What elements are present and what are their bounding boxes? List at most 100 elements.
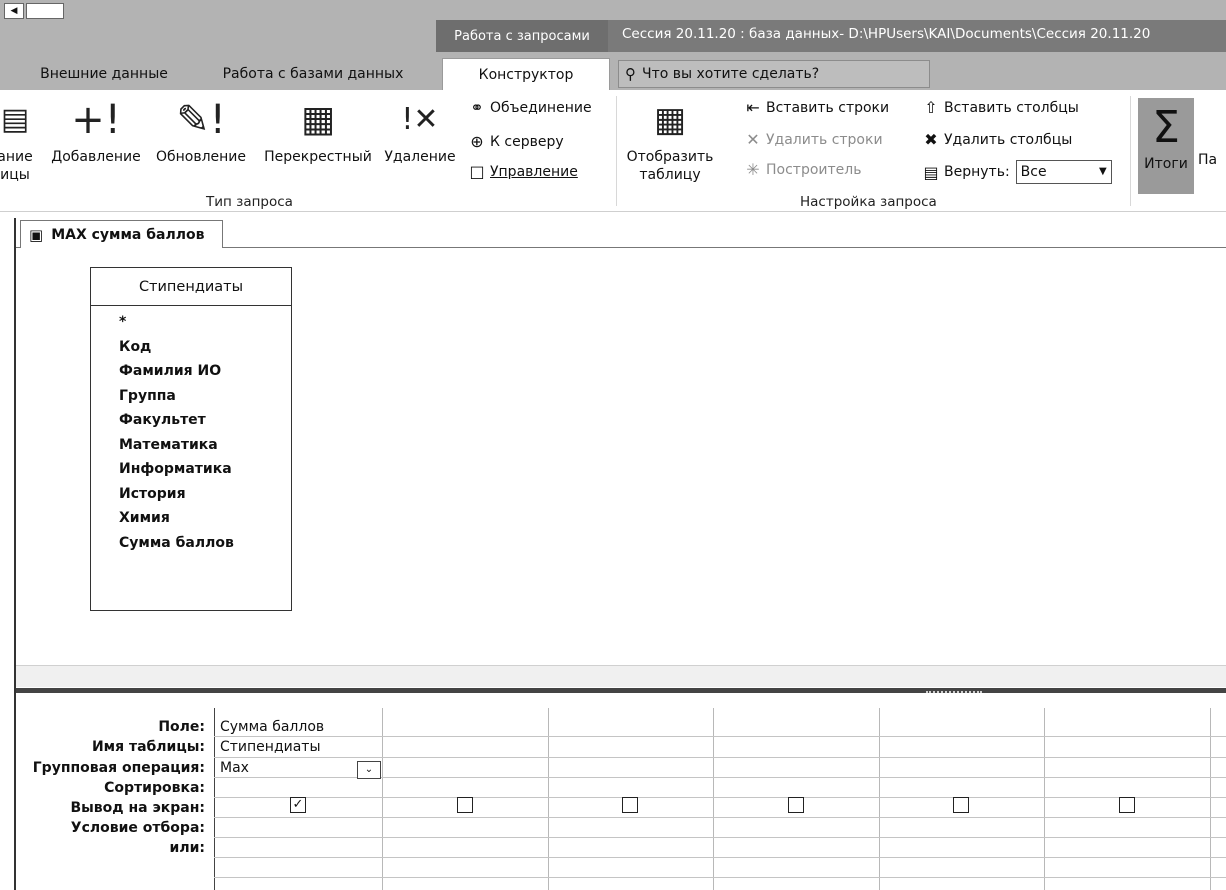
grid-cell-table[interactable]: Стипендиаты <box>220 738 321 756</box>
append-label: Добавление <box>51 149 141 165</box>
union-query-button[interactable]: ⚭ Объединение <box>464 98 592 117</box>
field-list-items: * Код Фамилия ИО Группа Факультет Матема… <box>91 306 291 555</box>
list-item[interactable]: Информатика <box>119 457 291 482</box>
delete-columns-label: Удалить столбцы <box>944 131 1073 148</box>
list-item[interactable]: История <box>119 482 291 507</box>
passthrough-query-button[interactable]: ⊕ К серверу <box>464 132 564 151</box>
grid-cell-total[interactable]: Max <box>220 759 249 777</box>
table-field-list[interactable]: Стипендиаты * Код Фамилия ИО Группа Факу… <box>90 267 292 611</box>
delete-rows-label: Удалить строки <box>766 131 883 148</box>
union-label: Объединение <box>490 99 592 116</box>
show-table-icon: ▦ <box>653 100 687 140</box>
show-checkbox[interactable] <box>622 797 638 813</box>
union-icon: ⚭ <box>470 98 484 117</box>
insert-columns-label: Вставить столбцы <box>944 99 1079 116</box>
scroll-left-icon[interactable]: ◀ <box>4 3 24 19</box>
delete-rows-icon: ✕ <box>746 130 760 149</box>
builder-button[interactable]: ✳ Построитель <box>740 160 861 179</box>
show-checkbox[interactable] <box>457 797 473 813</box>
group-label-query-setup: Настройка запроса <box>800 194 937 210</box>
grid-row-divider <box>214 877 1226 878</box>
list-item[interactable]: Математика <box>119 433 291 458</box>
delete-columns-button[interactable]: ✖ Удалить столбцы <box>918 130 1072 149</box>
group-label-query-type: Тип запроса <box>206 194 293 210</box>
row-label-criteria: Условие отбора: <box>70 820 205 836</box>
row-label-total: Групповая операция: <box>32 760 205 776</box>
document-tab-title: MAX сумма баллов <box>51 226 205 243</box>
row-label-or: или: <box>169 840 205 856</box>
passthrough-label: К серверу <box>490 133 564 150</box>
append-query-button[interactable]: +! Добавление <box>44 92 148 166</box>
show-table-button[interactable]: ▦ Отобразить таблицу <box>624 92 716 184</box>
return-icon: ▤ <box>923 162 939 182</box>
show-checkbox[interactable] <box>1119 797 1135 813</box>
scroll-thumb[interactable] <box>26 3 64 19</box>
list-item[interactable]: Группа <box>119 384 291 409</box>
grid-cell-field[interactable]: Сумма баллов <box>220 718 324 736</box>
totals-button[interactable]: Σ Итоги <box>1138 98 1194 194</box>
crosstab-query-button[interactable]: ▦ Перекрестный <box>256 92 380 166</box>
list-item[interactable]: Сумма баллов <box>119 531 291 556</box>
grid-row-divider <box>214 757 1226 758</box>
grid-row-divider <box>214 797 1226 798</box>
row-label-table: Имя таблицы: <box>91 739 205 755</box>
list-item[interactable]: Код <box>119 335 291 360</box>
return-control: ▤ Вернуть: Все ▼ <box>918 160 1112 184</box>
context-tab-group: Работа с запросами <box>436 20 608 52</box>
return-select[interactable]: Все ▼ <box>1015 160 1112 184</box>
window-title: Сессия 20.11.20 : база данных- D:\HPUser… <box>622 26 1151 42</box>
make-table-icon: ▤ <box>0 102 30 137</box>
delete-columns-icon: ✖ <box>924 130 938 149</box>
grid-row-divider <box>214 837 1226 838</box>
sigma-icon: Σ <box>1152 102 1180 153</box>
show-table-label-2: таблицу <box>639 167 701 183</box>
table-field-list-title: Стипендиаты <box>91 268 291 306</box>
grid-row-divider <box>214 736 1226 737</box>
show-table-label-1: Отобразить <box>626 149 714 165</box>
chevron-down-icon: ▼ <box>1098 166 1107 177</box>
grid-row-divider <box>214 817 1226 818</box>
return-label: Вернуть: <box>944 164 1010 180</box>
delete-rows-button[interactable]: ✕ Удалить строки <box>740 130 883 149</box>
tell-me-search[interactable]: ⚲ Что вы хотите сделать? <box>618 60 930 88</box>
insert-columns-button[interactable]: ⇧ Вставить столбцы <box>918 98 1079 117</box>
lightbulb-icon: ⚲ <box>625 65 636 83</box>
tell-me-placeholder: Что вы хотите сделать? <box>642 66 820 82</box>
document-tab[interactable]: ▣ MAX сумма баллов <box>20 220 224 248</box>
insert-rows-button[interactable]: ⇤ Вставить строки <box>740 98 889 117</box>
chevron-down-icon[interactable]: ⌄ <box>357 761 381 779</box>
row-label-sort: Сортировка: <box>104 780 205 796</box>
data-definition-label: Управление <box>490 163 578 180</box>
tab-database-tools[interactable]: Работа с базами данных <box>196 58 430 90</box>
row-label-field: Поле: <box>158 719 205 735</box>
data-definition-button[interactable]: □ Управление <box>464 162 578 181</box>
crosstab-label: Перекрестный <box>264 149 372 165</box>
show-checkbox[interactable] <box>788 797 804 813</box>
parameters-button[interactable]: Па <box>1198 152 1217 168</box>
tab-external-data[interactable]: Внешние данные <box>20 58 188 90</box>
list-item[interactable]: Химия <box>119 506 291 531</box>
show-checkbox[interactable] <box>953 797 969 813</box>
list-item[interactable]: Фамилия ИО <box>119 359 291 384</box>
make-table-label-2: ицы <box>0 167 30 183</box>
tab-designer[interactable]: Конструктор <box>442 58 610 91</box>
update-query-button[interactable]: ✎! Обновление <box>148 92 254 166</box>
pencil-icon: ✎! <box>176 97 226 143</box>
insert-rows-icon: ⇤ <box>746 98 760 117</box>
delete-query-button[interactable]: !✕ Удаление <box>382 92 458 166</box>
horizontal-scrollbar[interactable] <box>16 665 1226 687</box>
make-table-button[interactable]: ▤ ание ицы <box>0 92 38 184</box>
update-label: Обновление <box>155 149 247 165</box>
show-checkbox-checked[interactable]: ✓ <box>290 797 306 813</box>
crosstab-grid-icon: ▦ <box>300 99 335 140</box>
list-item[interactable]: Факультет <box>119 408 291 433</box>
return-select-value: Все <box>1020 164 1047 180</box>
group-separator <box>1130 96 1131 206</box>
query-icon: ▣ <box>29 225 44 244</box>
builder-label: Построитель <box>766 161 862 178</box>
list-item[interactable]: * <box>119 310 291 335</box>
totals-label: Итоги <box>1144 156 1188 172</box>
builder-wand-icon: ✳ <box>746 160 760 179</box>
insert-rows-label: Вставить строки <box>766 99 890 116</box>
parameters-label: Па <box>1198 152 1218 168</box>
